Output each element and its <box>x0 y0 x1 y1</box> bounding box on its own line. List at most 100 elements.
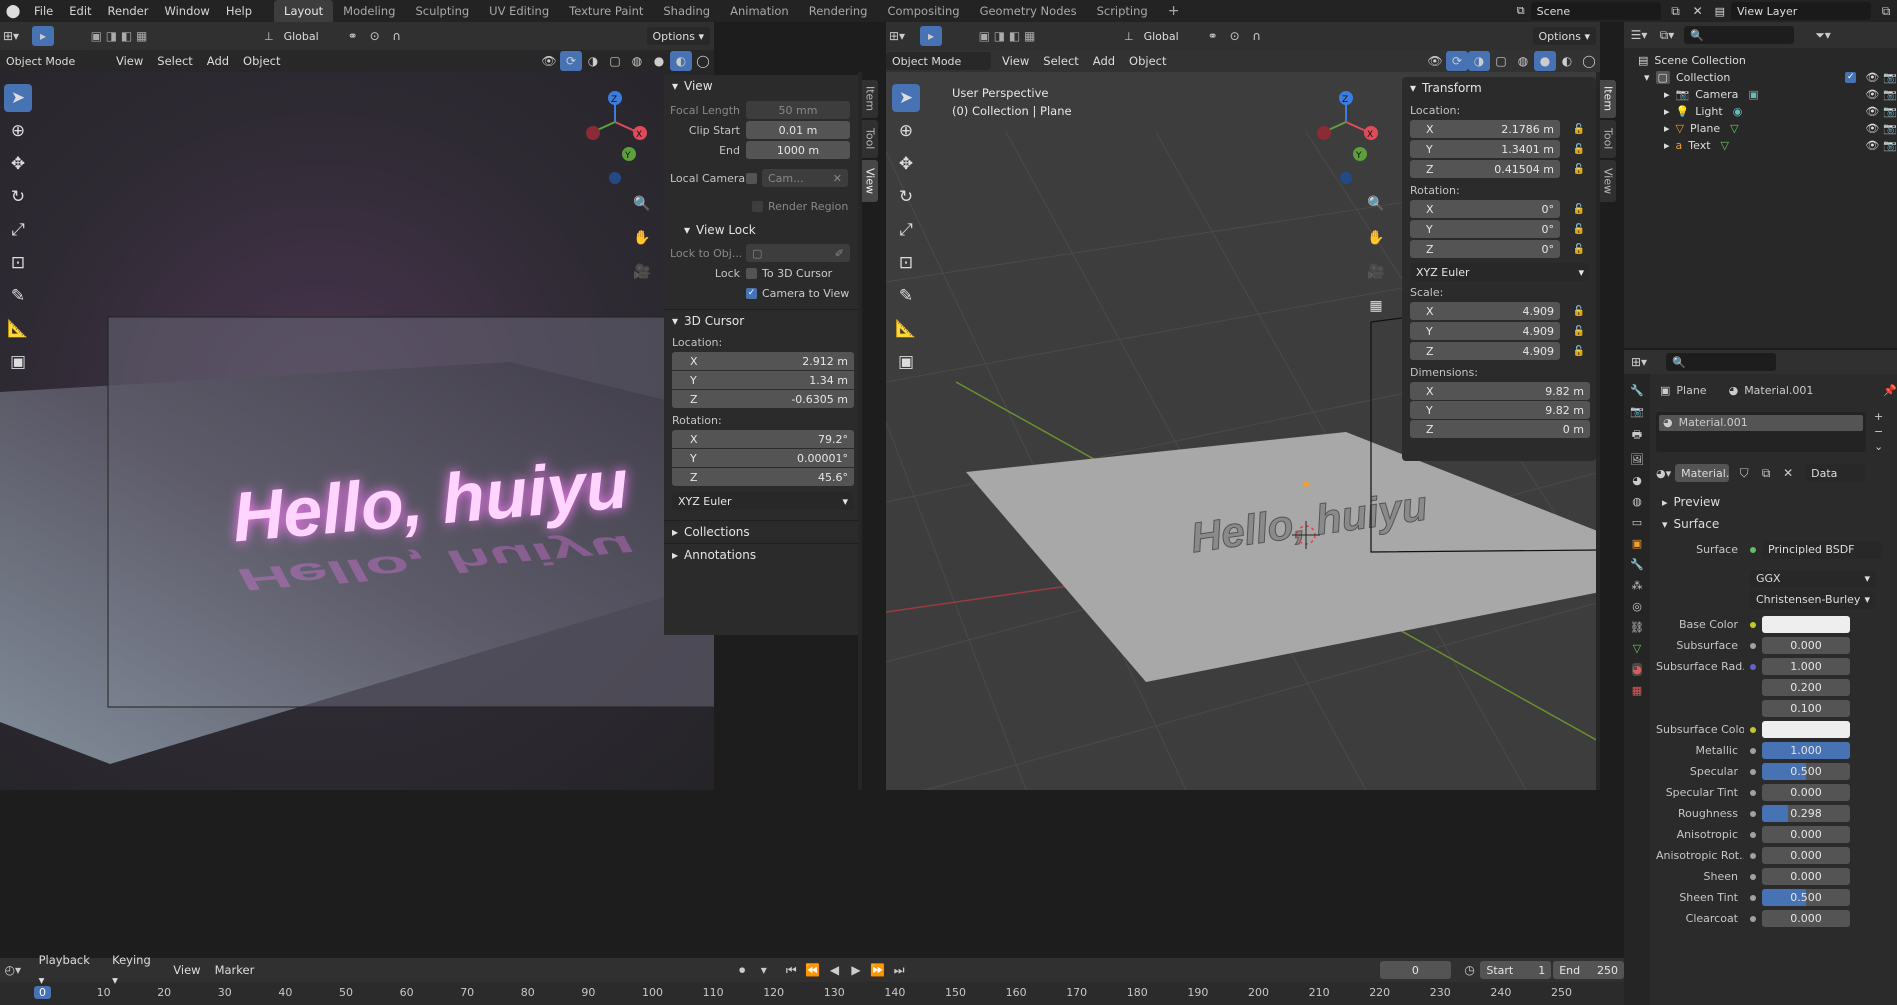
location-y-field[interactable]: Y 1.3401 m <box>1410 140 1560 158</box>
menu-add[interactable]: Add <box>1086 51 1122 71</box>
editor-type-icon[interactable]: ⊞▾ <box>886 26 908 46</box>
tool-tab-icon[interactable]: 🔧 <box>1630 384 1644 397</box>
cursor-location-z[interactable]: Z -0.6305 m <box>672 390 854 408</box>
outliner-item-plane[interactable]: ▸ ▽ Plane ▽ 👁 📷 <box>1632 120 1897 137</box>
right-tab-item[interactable]: Item <box>1600 80 1616 118</box>
material-slot-item[interactable]: ◕ Material.001 <box>1659 414 1863 431</box>
properties-editor-icon[interactable]: ⊞▾ <box>1628 352 1650 372</box>
shading-wireframe-icon[interactable]: ◍ <box>1512 51 1534 71</box>
value-slider[interactable]: 1.000 <box>1762 658 1850 675</box>
camera-restrict-icon[interactable]: 📷 <box>1883 122 1897 135</box>
zoom-icon[interactable]: 🔍 <box>630 192 654 216</box>
pan-hand-icon[interactable]: ✋ <box>630 226 654 250</box>
xray-icon[interactable]: ▢ <box>604 51 626 71</box>
lock-to-object-field[interactable]: ▢ ✐ <box>746 244 850 262</box>
unlink-material-icon[interactable]: ✕ <box>1777 463 1799 483</box>
scene-icon[interactable]: ⧉ <box>1517 4 1525 18</box>
annotations-panel-header[interactable]: ▸ Annotations <box>664 544 858 566</box>
input-socket-icon[interactable] <box>1750 768 1756 775</box>
particles-tab-icon[interactable]: ⁂ <box>1632 579 1643 592</box>
outliner-search[interactable]: 🔍 <box>1684 26 1794 44</box>
camera-restrict-icon[interactable]: 📷 <box>1883 88 1897 101</box>
timeline-editor-icon[interactable]: ◴▾ <box>2 960 24 980</box>
pan-hand-icon[interactable]: ✋ <box>1364 226 1388 250</box>
clip-end-field[interactable]: 1000 m <box>746 141 850 159</box>
focal-length-field[interactable]: 50 mm <box>746 101 850 119</box>
outliner-item-text[interactable]: ▸ a Text ▽ 👁 📷 <box>1632 137 1897 154</box>
ortho-grid-icon[interactable]: ▦ <box>1364 294 1388 318</box>
preview-range-icon[interactable]: ◷ <box>1459 960 1481 980</box>
area-divider[interactable] <box>1616 22 1624 790</box>
scale-tool-icon[interactable]: ⤢ <box>892 216 920 244</box>
input-socket-icon[interactable] <box>1750 831 1756 838</box>
rotation-x-field[interactable]: X 0° <box>1410 200 1560 218</box>
value-slider[interactable]: 1.000 <box>1762 742 1850 759</box>
shading-wireframe-icon[interactable]: ◍ <box>626 51 648 71</box>
annotate-tool-icon[interactable]: ✎ <box>4 282 32 310</box>
add-cube-tool-icon[interactable]: ▣ <box>4 348 32 376</box>
dimensions-y-field[interactable]: Y 9.82 m <box>1410 401 1590 419</box>
fake-user-icon[interactable]: ⛉ <box>1733 463 1755 483</box>
gizmo-toggle-icon[interactable]: ⟳ <box>560 51 582 71</box>
eye-icon[interactable]: 👁 <box>1865 139 1879 152</box>
snap-icon[interactable]: ⊙ <box>1224 26 1246 46</box>
camera-to-view-checkbox[interactable]: ✓ <box>746 287 757 299</box>
proportional-edit-icon[interactable]: ∩ <box>1246 26 1268 46</box>
left-navigation-gizmo[interactable]: Z X Y <box>575 84 655 194</box>
local-camera-checkbox[interactable] <box>746 172 757 184</box>
menu-window[interactable]: Window <box>156 0 217 22</box>
snap-icon[interactable]: ⊙ <box>364 26 386 46</box>
zoom-icon[interactable]: 🔍 <box>1364 192 1388 216</box>
select-box-icon[interactable]: ▸ <box>920 26 942 46</box>
collections-panel-header[interactable]: ▸ Collections <box>664 521 858 543</box>
workspace-tab-geometry-nodes[interactable]: Geometry Nodes <box>970 0 1087 22</box>
surface-shader-field[interactable]: Principled BSDF <box>1762 540 1882 559</box>
pivot-icon[interactable]: ⚭ <box>1202 26 1224 46</box>
transform-orientation-dropdown[interactable]: Global <box>1138 27 1198 45</box>
outliner-item-camera[interactable]: ▸ 📷 Camera ▣ 👁 📷 <box>1632 86 1897 103</box>
shading-solid-icon[interactable]: ● <box>648 51 670 71</box>
right-tab-view[interactable]: View <box>1600 160 1616 202</box>
input-socket-icon[interactable] <box>1750 894 1756 901</box>
view-layer-icon[interactable]: ▤ <box>1715 5 1725 18</box>
add-cube-tool-icon[interactable]: ▣ <box>892 348 920 376</box>
options-dropdown[interactable]: Options ▾ <box>1532 27 1596 45</box>
cursor-rotation-z[interactable]: Z 45.6° <box>672 468 854 486</box>
playhead-frame-label[interactable]: 0 <box>34 986 51 999</box>
scale-y-field[interactable]: Y 4.909 <box>1410 322 1560 340</box>
next-keyframe-icon[interactable]: ⏩ <box>867 960 889 980</box>
outliner-editor-icon[interactable]: ☰▾ <box>1628 25 1650 45</box>
value-slider[interactable]: 0.500 <box>1762 889 1850 906</box>
value-slider[interactable]: 0.000 <box>1762 637 1850 654</box>
editor-type-icon[interactable]: ⊞▾ <box>0 26 22 46</box>
value-slider[interactable]: 0.500 <box>1762 763 1850 780</box>
cursor-rotation-y[interactable]: Y 0.00001° <box>672 449 854 467</box>
lock-icon[interactable]: 🔓 <box>1572 122 1586 136</box>
input-socket-icon[interactable] <box>1750 663 1756 670</box>
preview-panel-header[interactable]: ▸ Preview <box>1656 491 1897 513</box>
input-socket-icon[interactable] <box>1750 747 1756 754</box>
lock-icon[interactable]: 🔓 <box>1572 162 1586 176</box>
browse-material-icon[interactable]: ◕▾ <box>1656 467 1671 480</box>
workspace-tab-scripting[interactable]: Scripting <box>1087 0 1158 22</box>
input-socket-icon[interactable] <box>1750 621 1756 628</box>
outliner-item-light[interactable]: ▸ 💡 Light ◉ 👁 📷 <box>1632 103 1897 120</box>
menu-select[interactable]: Select <box>150 51 199 71</box>
location-x-field[interactable]: X 2.1786 m <box>1410 120 1560 138</box>
render-region-checkbox[interactable] <box>752 200 763 212</box>
shading-material-icon[interactable]: ◐ <box>670 51 692 71</box>
shading-material-icon[interactable]: ◐ <box>1556 51 1578 71</box>
xray-icon[interactable]: ▢ <box>1490 51 1512 71</box>
new-view-layer-icon[interactable]: ⧉ <box>1875 1 1897 21</box>
right-tab-tool[interactable]: Tool <box>1600 120 1616 158</box>
local-camera-field[interactable]: Cam... ✕ <box>762 169 848 187</box>
clip-start-field[interactable]: 0.01 m <box>746 121 850 139</box>
color-swatch[interactable] <box>1762 616 1850 633</box>
distribution-dropdown[interactable]: GGX ▾ <box>1750 569 1876 588</box>
workspace-tab-modeling[interactable]: Modeling <box>333 0 405 22</box>
workspace-tab-animation[interactable]: Animation <box>720 0 799 22</box>
shading-solid-icon[interactable]: ● <box>1534 51 1556 71</box>
outliner-collection[interactable]: ▾ ▢ Collection ✓ 👁 📷 <box>1632 69 1897 86</box>
view-layer-tab-icon[interactable]: 🖼 <box>1630 453 1644 466</box>
workspace-tab-shading[interactable]: Shading <box>653 0 720 22</box>
